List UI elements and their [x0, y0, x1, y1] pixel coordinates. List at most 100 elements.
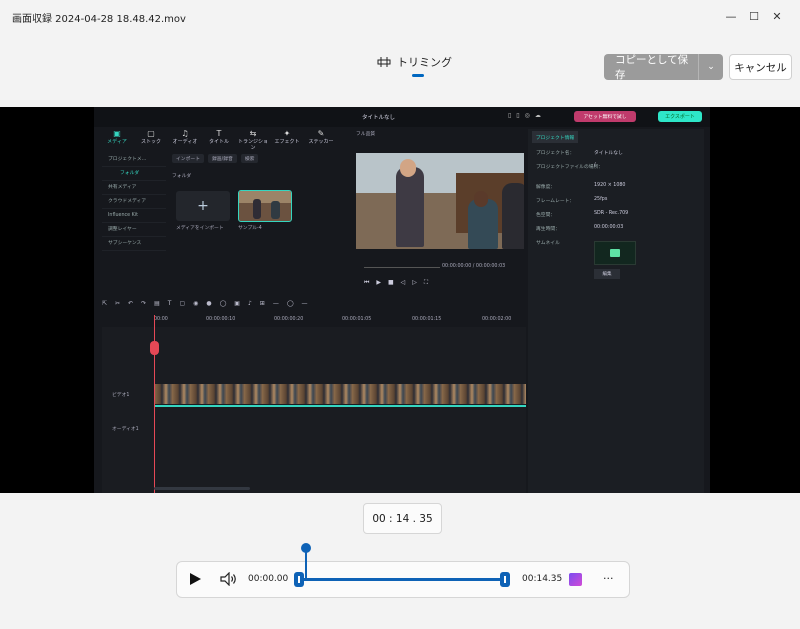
side-item: プロジェクトメ…: [102, 153, 166, 167]
prop-key: サムネイル: [536, 241, 560, 246]
close-button[interactable]: ✕: [754, 0, 800, 32]
ruler-tick: 00:00:00:10: [206, 317, 236, 322]
ruler-tick: 00:00:01:05: [342, 317, 372, 322]
prop-row: プロジェクトファイルの場所： /: [536, 163, 696, 170]
media-sidebar: プロジェクトメ… フォルダ 共有メディア クラウドメディア Influence …: [102, 153, 166, 271]
editor-playhead-knob: [150, 341, 159, 355]
prop-value: /: [594, 163, 596, 168]
prop-key: 再生時間：: [536, 227, 560, 232]
tab-label: タイトル: [208, 138, 229, 145]
prop-row: フレームレート： 25fps: [536, 197, 696, 204]
clipchamp-icon[interactable]: [569, 573, 582, 586]
ruler-tick: 00:00:00:20: [274, 317, 304, 322]
clip-label: サンプル-4: [238, 226, 262, 231]
ruler-tick: 00:00:02:00: [482, 317, 512, 322]
tab-effect: ✦ エフェクト: [272, 129, 302, 151]
trim-tab-indicator: [412, 74, 424, 77]
text-icon: T: [216, 129, 222, 138]
timeline-toolbar: ⇱✂↶↷▤T▢◉●◯▣♪⊞—◯—: [102, 300, 316, 307]
export-button: エクスポート: [658, 111, 702, 122]
timeline-scrollbar: [154, 487, 250, 490]
timeline-area: ビデオ1 オーディオ1: [102, 327, 526, 493]
prop-row: 色空間： SDR - Rec.709: [536, 211, 696, 218]
prop-value: タイトルなし: [594, 151, 623, 156]
window-title: 画面収録 2024-04-28 18.48.42.mov: [12, 14, 186, 25]
tab-label: ステッカー: [308, 138, 334, 145]
video-frame: タイトルなし ▯▯◎☁ アセット無料で試し エクスポート ▣ メディア ▢ ストック…: [0, 107, 800, 493]
side-item: クラウドメディア: [102, 195, 166, 209]
media-icon: ▣: [113, 129, 121, 138]
prop-row: 再生時間： 00:00:00:03: [536, 225, 696, 232]
tab-media: ▣ メディア: [102, 129, 132, 151]
title-bar: 画面収録 2024-04-28 18.48.42.mov — ☐ ✕: [0, 0, 800, 32]
editor-topbar: タイトルなし ▯▯◎☁ アセット無料で試し エクスポート: [94, 107, 710, 127]
timeline-ruler: 00:00 00:00:00:10 00:00:00:20 00:00:01:0…: [102, 313, 526, 327]
video-track-label: ビデオ1: [112, 393, 130, 398]
import-dropdown: インポート: [172, 154, 204, 163]
trim-tab[interactable]: トリミング: [377, 54, 452, 70]
properties-panel: プロジェクト情報 プロジェクト名： タイトルなし プロジェクトファイルの場所： / …: [528, 129, 704, 493]
cancel-button[interactable]: キャンセル: [729, 54, 792, 80]
sticker-icon: ✎: [317, 129, 325, 138]
media-tabs: ▣ メディア ▢ ストック ♫ オーディオ T タイトル ⇆ トランジション ✦ エフェクト…: [102, 129, 352, 151]
trim-start-handle[interactable]: [294, 572, 304, 587]
play-icon[interactable]: [188, 572, 202, 586]
save-as-copy-button[interactable]: コピーとして保存 ⌄: [604, 54, 723, 81]
import-media-card: +: [176, 191, 230, 221]
tab-sticker: ✎ ステッカー: [306, 129, 336, 151]
project-info-tab: プロジェクト情報: [532, 131, 578, 143]
record-dropdown: 録画/録音: [208, 154, 237, 163]
playhead-line[interactable]: [305, 550, 307, 580]
tab-audio: ♫ オーディオ: [170, 129, 200, 151]
tab-stock: ▢ ストック: [136, 129, 166, 151]
video-clip-track: [154, 384, 526, 404]
trim-start-time: 00:00.00: [248, 574, 289, 584]
thumbnail-edit-button: 編集: [594, 269, 620, 279]
media-library: インポート 録画/録音 検索 フォルダ + メディアをインポート サンプル-4: [172, 153, 352, 283]
editor-title: タイトルなし: [362, 115, 396, 121]
prop-value: 1920 × 1080: [594, 183, 626, 188]
media-bar: インポート 録画/録音 検索: [172, 153, 352, 164]
thumbnail-box: [594, 241, 636, 265]
search-field: 検索: [240, 154, 259, 163]
prop-key: プロジェクト名：: [536, 151, 575, 156]
more-options-button[interactable]: ···: [603, 572, 614, 585]
ruler-tick: 00:00: [154, 317, 168, 322]
promo-button: アセット無料で試し: [574, 111, 636, 122]
playhead-knob[interactable]: [301, 543, 311, 553]
volume-icon[interactable]: [220, 572, 238, 586]
tab-label: トランジション: [238, 138, 269, 151]
trim-label: トリミング: [397, 56, 452, 69]
preview-frame: [356, 153, 524, 249]
side-item: 調整レイヤー: [102, 223, 166, 237]
trim-end-handle[interactable]: [500, 572, 510, 587]
clip-thumbnail: [238, 190, 292, 222]
side-item: フォルダ: [102, 167, 166, 181]
tab-label: メディア: [107, 138, 127, 145]
prop-value: 25fps: [594, 197, 608, 202]
recorded-editor: タイトルなし ▯▯◎☁ アセット無料で試し エクスポート ▣ メディア ▢ ストック…: [94, 107, 710, 493]
side-item: サブシーケンス: [102, 237, 166, 251]
tab-label: オーディオ: [172, 138, 198, 145]
chevron-down-icon[interactable]: ⌄: [699, 62, 723, 72]
tab-title: T タイトル: [204, 129, 234, 151]
tab-transition: ⇆ トランジション: [238, 129, 268, 151]
audio-track-label: オーディオ1: [112, 427, 139, 432]
trim-end-time: 00:14.35: [522, 574, 563, 584]
save-as-copy-label: コピーとして保存: [615, 54, 689, 81]
trim-range-track[interactable]: [298, 578, 506, 581]
prop-key: 色空間：: [536, 213, 556, 218]
ruler-tick: 00:00:01:15: [412, 317, 442, 322]
music-icon: ♫: [181, 129, 189, 138]
side-item: 共有メディア: [102, 181, 166, 195]
preview-progress: [364, 267, 440, 268]
effect-icon: ✦: [283, 129, 291, 138]
transition-icon: ⇆: [249, 129, 257, 138]
prop-key: フレームレート：: [536, 199, 575, 204]
import-media-label: メディアをインポート: [176, 226, 224, 231]
tab-label: ストック: [140, 138, 161, 145]
preview-controls: 00:00:00:00 / 00:00:00:03 ⏮▶■◁▷⛶: [356, 259, 524, 289]
trim-icon: [377, 57, 391, 67]
audio-waveform-line: [154, 405, 526, 407]
stock-icon: ▢: [147, 129, 155, 138]
